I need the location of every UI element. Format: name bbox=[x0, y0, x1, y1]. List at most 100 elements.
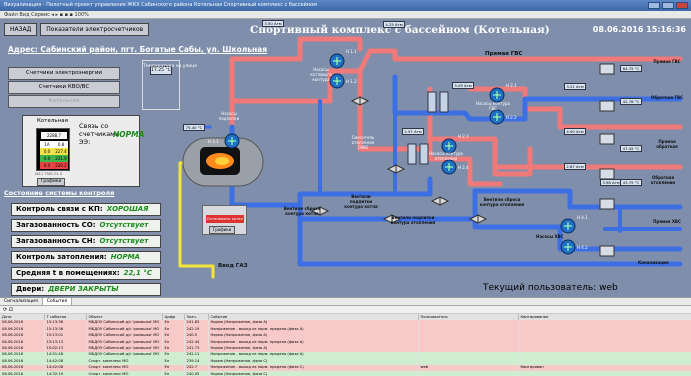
meters-button[interactable]: Показатели электросчетчиков bbox=[40, 23, 150, 36]
table-cell: Спорт. комплекс МО bbox=[86, 371, 163, 376]
hvs-pumps-label: Насосы ХВС bbox=[536, 234, 564, 239]
outdoor-temp-label: Температура на улице bbox=[143, 64, 197, 69]
pump-label: Н 2.2 bbox=[506, 115, 517, 120]
table-cell: 240.05 bbox=[184, 371, 209, 376]
temperature-value: 43.75 °C bbox=[620, 179, 642, 186]
boiler-pumps-label: Насосы котлового контура bbox=[310, 67, 332, 82]
scada-screen: НАЗАД Показатели электросчетчиков Спорти… bbox=[0, 19, 691, 297]
hw-pumps-label: Насосы контура ГВС bbox=[476, 101, 510, 111]
back-button[interactable]: НАЗАД bbox=[4, 23, 38, 36]
pump-label: Н 2.1 bbox=[506, 83, 517, 88]
meter-link-status: НОРМА bbox=[113, 130, 145, 139]
table-cell bbox=[518, 371, 691, 376]
meter-display: 2288.7 bbox=[41, 132, 67, 139]
pump-label: Н 1.1 bbox=[346, 49, 357, 54]
table-cell: 14:32:19 bbox=[44, 371, 87, 376]
current-user: Текущий пользователь: web bbox=[483, 283, 618, 293]
status-row-connection: Контроль связи с КП: ХОРОШАЯ bbox=[11, 203, 161, 216]
pump-label: Н 4.2 bbox=[577, 245, 588, 250]
minimize-button[interactable] bbox=[648, 2, 660, 9]
heating-pumps-label: Насосы контура отопления bbox=[429, 151, 463, 161]
table-cell: Ен bbox=[162, 371, 185, 376]
pressure-value: 2.97 Атм bbox=[402, 128, 424, 135]
table-cell bbox=[418, 371, 519, 376]
pump-label: Н 2.4 bbox=[458, 165, 469, 170]
pump-label: Н 1.2 bbox=[346, 79, 357, 84]
tab-alarms[interactable]: Сигнализация bbox=[0, 298, 43, 305]
temperature-value: 47.45 °C bbox=[620, 145, 642, 152]
boiler-room-button: Котельная bbox=[8, 95, 120, 108]
outlet-label: Прямая обратная bbox=[656, 139, 678, 149]
boiler-room-panel: Котельная Связь со счетчиками ЭЭ: НОРМА … bbox=[22, 115, 144, 187]
graphs-button-2[interactable]: Графики bbox=[209, 226, 235, 234]
temperature-value: 75.40 °C bbox=[183, 124, 205, 131]
log-toolbar[interactable]: ⟳ ⊡ bbox=[0, 306, 691, 314]
table-cell: МБДОУ Сабинский д/с 'ромашка' МО bbox=[86, 351, 163, 359]
address: Адрес: Сабинский район, пгт. Богатые Саб… bbox=[8, 45, 268, 54]
electric-meters-button[interactable]: Счетчики электроэнергии bbox=[8, 67, 120, 80]
sewer-label: Канализация bbox=[638, 260, 669, 265]
tab-events[interactable]: События bbox=[42, 298, 73, 305]
drain-label: Вентили сброса контура котла bbox=[283, 206, 321, 216]
status-row-ch: Загазованность СН: Отсутствует bbox=[11, 235, 161, 248]
water-meters-button[interactable]: Счетчики КВО/ВС bbox=[8, 81, 120, 94]
close-button[interactable] bbox=[676, 2, 688, 9]
table-cell: Норма (Напряжение, фаза С) bbox=[208, 371, 419, 376]
event-table: Дата Т события Объект Цифр Знач. Событие… bbox=[0, 314, 691, 376]
meter-number: №11 7381 01 0 bbox=[35, 172, 63, 176]
system-status-title: Состояние системы контроля bbox=[4, 189, 115, 197]
table-row[interactable]: 08.06.2016 14:32:19 Спорт. комплекс МО Ен 24… bbox=[0, 371, 691, 376]
toolbar-text: Файл Вид Сервис ◂ ▸ ▪ ▪ ▪ 100% bbox=[4, 12, 89, 18]
outlet-label: Обратная ГВС bbox=[650, 95, 684, 100]
status-row-co: Загазованность СО: Отсутствует bbox=[11, 219, 161, 232]
outdoor-temperature: Температура на улице 17.25 °C bbox=[142, 60, 197, 110]
graphs-button[interactable]: Графики bbox=[37, 178, 65, 186]
pressure-value: 3.98 Атм bbox=[600, 179, 622, 186]
table-cell: МБДОУ Сабинский д/с 'ромашка' МО bbox=[86, 320, 163, 327]
status-row-doors: Двери: ДВЕРИ ЗАКРЫТЫ bbox=[11, 283, 161, 296]
pump-label: Н 4.1 bbox=[577, 215, 588, 220]
outlet-label: Обратная отопление bbox=[650, 175, 676, 185]
outlet-label: Прямая ГВС bbox=[653, 59, 681, 64]
pressure-value: 3.21 Атм bbox=[564, 83, 586, 90]
boiler-vessel bbox=[182, 137, 264, 187]
electric-meter-icon: 2288.7 1A 0.8 0.0 227.4 0.0 231.9 0.0 230.2 bbox=[36, 128, 70, 171]
pump-label: Н 3.1 bbox=[208, 139, 219, 144]
pressure-value: 3.09 Атм bbox=[452, 82, 474, 89]
pump-label: Н 2.3 bbox=[458, 134, 469, 139]
hw-forward-label: Прямая ГВС bbox=[485, 51, 523, 57]
status-row-flood: Контроль затопления: НОРМА bbox=[11, 251, 161, 264]
meter-row: 0.0 231.9 bbox=[40, 155, 68, 162]
table-cell: МБДОУ Сабинский д/с 'ромашка' МО bbox=[86, 339, 163, 346]
gas-inlet-label: Ввод ГАЗ bbox=[218, 263, 248, 269]
maximize-button[interactable] bbox=[662, 2, 674, 9]
table-cell: 08.06.2016 bbox=[0, 371, 45, 376]
pressure-value: 4.25 Атм bbox=[383, 21, 405, 28]
drain-label: Вентили сброса контура отопления bbox=[479, 197, 525, 207]
table-cell: МБДОУ Сабинский д/с 'ромашка' МО bbox=[86, 345, 163, 352]
event-log-panel: Сигнализация События ⟳ ⊡ Дата Т события … bbox=[0, 297, 691, 376]
window-title: Визуализация - Пилотный проект управлени… bbox=[4, 2, 317, 8]
pressure-value: 2.87 Атм bbox=[564, 163, 586, 170]
meter-row: 0.0 227.4 bbox=[40, 148, 68, 155]
pressure-value: 4.90 Атм bbox=[564, 128, 586, 135]
status-row-temp: Средняя t в помещениях: 22,1 °С bbox=[11, 267, 161, 280]
pressure-value: 3.50 Атм bbox=[262, 20, 284, 27]
boiler-control-panel: Остановить котел Графики bbox=[202, 205, 247, 235]
drain-label: Вентили подпитки контура котла bbox=[344, 194, 378, 209]
temperature-value: 42.76 °C bbox=[620, 98, 642, 105]
feed-pumps-label: Насосы подпитки bbox=[218, 111, 240, 121]
outlet-label: Прямая ХВС bbox=[653, 219, 681, 224]
meter-row: 0.0 230.2 bbox=[40, 162, 68, 169]
browser-toolbar: Файл Вид Сервис ◂ ▸ ▪ ▪ ▪ 100% bbox=[0, 11, 691, 19]
table-cell: МБДОУ Сабинский д/с 'ромашка' МО bbox=[86, 332, 163, 340]
app-window: Визуализация - Пилотный проект управлени… bbox=[0, 0, 691, 376]
stop-boiler-button[interactable]: Остановить котел bbox=[206, 215, 244, 223]
boiler-room-name: Котельная bbox=[37, 118, 68, 124]
drain-label: Вентили подпитки контура отопления bbox=[390, 215, 436, 225]
temperature-value: 64.75 °C bbox=[620, 65, 642, 72]
datetime: 08.06.2016 15:16:36 bbox=[592, 25, 686, 34]
table-cell: МБДОУ Сабинский д/с 'ромашка' МО bbox=[86, 326, 163, 333]
window-titlebar: Визуализация - Пилотный проект управлени… bbox=[0, 0, 691, 11]
meter-row: 1A 0.8 bbox=[40, 141, 68, 148]
